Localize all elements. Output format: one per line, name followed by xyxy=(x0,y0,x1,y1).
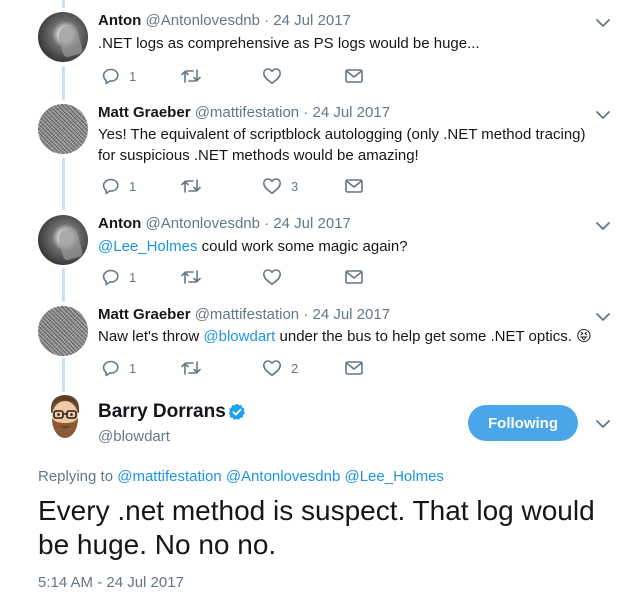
reply-count: 1 xyxy=(129,269,137,285)
reply-tweet[interactable]: Anton @Antonlovesdnb · 24 Jul 2017 .NET … xyxy=(0,12,640,90)
author-name[interactable]: Anton xyxy=(98,12,141,29)
tweet-text: Yes! The equivalent of scriptblock autol… xyxy=(98,126,586,164)
separator-dot: · xyxy=(303,306,309,323)
envelope-icon xyxy=(345,69,363,83)
mention-link[interactable]: @Lee_Holmes xyxy=(98,238,197,255)
separator-dot: · xyxy=(264,12,270,29)
reply-button[interactable]: 1 xyxy=(102,267,136,287)
following-button[interactable]: Following xyxy=(468,405,578,441)
separator-dot: · xyxy=(264,215,270,232)
reply-button[interactable]: 1 xyxy=(102,66,136,86)
replying-label: Replying to xyxy=(38,468,118,485)
tweet-header: Matt Graeber @mattifestation · 24 Jul 20… xyxy=(98,306,390,323)
retweet-button[interactable] xyxy=(180,66,202,86)
direct-message-button[interactable] xyxy=(344,358,364,378)
tweet-text: Naw let's throw @blowdart under the bus … xyxy=(98,326,618,347)
like-button[interactable] xyxy=(262,66,291,86)
avatar[interactable] xyxy=(38,306,88,356)
squinting-tongue-emoji: 😝 xyxy=(576,328,592,345)
tweet-text-end: under the bus to help get some .NET opti… xyxy=(275,328,577,345)
chevron-down-icon[interactable] xyxy=(596,312,610,322)
reply-count: 1 xyxy=(129,68,137,84)
heart-icon xyxy=(263,360,281,376)
reply-icon xyxy=(102,269,119,286)
mention-link[interactable]: @Antonlovesdnb xyxy=(226,468,340,485)
tweet-header: Matt Graeber @mattifestation · 24 Jul 20… xyxy=(98,104,390,121)
author-name[interactable]: Matt Graeber xyxy=(98,104,191,121)
like-count: 3 xyxy=(291,178,299,194)
retweet-icon xyxy=(181,270,201,284)
tweet-header: Anton @Antonlovesdnb · 24 Jul 2017 xyxy=(98,215,351,232)
reply-icon xyxy=(102,178,119,195)
retweet-icon xyxy=(181,361,201,375)
tweet-date[interactable]: 24 Jul 2017 xyxy=(312,306,390,323)
reply-count: 1 xyxy=(129,178,137,194)
direct-message-button[interactable] xyxy=(344,66,364,86)
avatar[interactable] xyxy=(38,104,88,154)
avatar[interactable] xyxy=(38,12,88,62)
replying-to: Replying to @mattifestation @Antonlovesd… xyxy=(38,468,444,485)
tweet-date[interactable]: 24 Jul 2017 xyxy=(273,12,351,29)
chevron-down-icon[interactable] xyxy=(596,110,610,120)
reply-tweet[interactable]: Matt Graeber @mattifestation · 24 Jul 20… xyxy=(0,306,640,386)
retweet-button[interactable] xyxy=(180,176,202,196)
retweet-icon xyxy=(181,69,201,83)
reply-count: 1 xyxy=(129,360,137,376)
author-name[interactable]: Matt Graeber xyxy=(98,306,191,323)
like-button[interactable]: 3 xyxy=(262,176,298,196)
author-handle[interactable]: @mattifestation xyxy=(195,104,299,121)
chevron-down-icon[interactable] xyxy=(596,221,610,231)
main-tweet-text: Every .net method is suspect. That log w… xyxy=(38,495,595,560)
mention-link[interactable]: @blowdart xyxy=(203,328,275,345)
separator-dot: · xyxy=(303,104,309,121)
reply-tweet[interactable]: Matt Graeber @mattifestation · 24 Jul 20… xyxy=(0,104,640,204)
author-handle[interactable]: @mattifestation xyxy=(195,306,299,323)
retweet-button[interactable] xyxy=(180,358,202,378)
envelope-icon xyxy=(345,179,363,193)
reply-icon xyxy=(102,68,119,85)
author-name[interactable]: Anton xyxy=(98,215,141,232)
heart-icon xyxy=(263,269,281,285)
retweet-icon xyxy=(181,179,201,193)
reply-icon xyxy=(102,360,119,377)
envelope-icon xyxy=(345,270,363,284)
like-button[interactable] xyxy=(262,267,291,287)
direct-message-button[interactable] xyxy=(344,176,364,196)
heart-icon xyxy=(263,68,281,84)
like-button[interactable]: 2 xyxy=(262,358,298,378)
avatar[interactable] xyxy=(40,392,90,442)
tweet-date[interactable]: 24 Jul 2017 xyxy=(273,215,351,232)
reply-button[interactable]: 1 xyxy=(102,176,136,196)
tweet-text-start: Naw let's throw xyxy=(98,328,204,345)
mention-link[interactable]: @mattifestation xyxy=(117,468,221,485)
avatar[interactable] xyxy=(38,215,88,265)
tweet-text-rest: could work some magic again? xyxy=(197,238,408,255)
like-count: 2 xyxy=(291,360,299,376)
thread-line xyxy=(62,0,65,8)
direct-message-button[interactable] xyxy=(344,267,364,287)
envelope-icon xyxy=(345,361,363,375)
author-handle[interactable]: @Antonlovesdnb xyxy=(146,215,260,232)
cartoon-avatar-icon xyxy=(51,395,79,438)
mention-link[interactable]: @Lee_Holmes xyxy=(344,468,443,485)
author-name[interactable]: Barry Dorrans xyxy=(98,401,226,423)
author-handle[interactable]: @blowdart xyxy=(98,428,170,445)
reply-tweet[interactable]: Anton @Antonlovesdnb · 24 Jul 2017 @Lee_… xyxy=(0,215,640,295)
retweet-button[interactable] xyxy=(180,267,202,287)
verified-badge-icon xyxy=(228,403,245,420)
tweet-date[interactable]: 24 Jul 2017 xyxy=(312,104,390,121)
chevron-down-icon[interactable] xyxy=(596,419,610,429)
tweet-header: Anton @Antonlovesdnb · 24 Jul 2017 xyxy=(98,12,351,29)
heart-icon xyxy=(263,178,281,194)
tweet-timestamp[interactable]: 5:14 AM - 24 Jul 2017 xyxy=(38,574,184,591)
reply-button[interactable]: 1 xyxy=(102,358,136,378)
author-handle[interactable]: @Antonlovesdnb xyxy=(146,12,260,29)
chevron-down-icon[interactable] xyxy=(596,18,610,28)
tweet-text: .NET logs as comprehensive as PS logs wo… xyxy=(98,35,480,52)
tweet-text: @Lee_Holmes could work some magic again? xyxy=(98,236,618,257)
